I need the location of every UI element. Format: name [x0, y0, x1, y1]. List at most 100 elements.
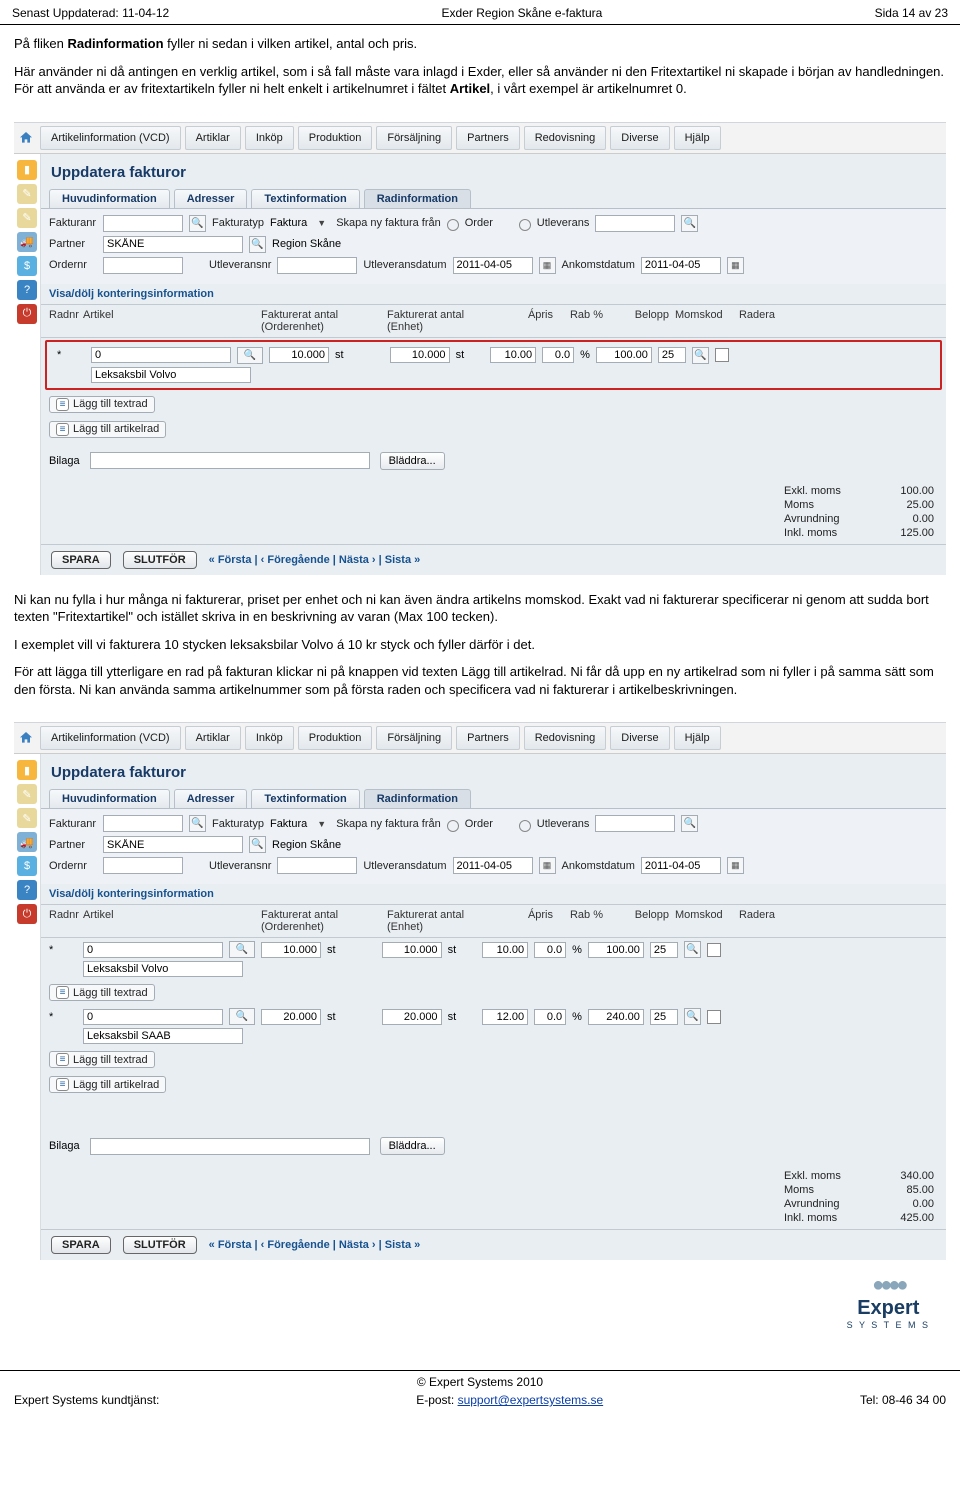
menu-forsaljning[interactable]: Försäljning — [376, 126, 452, 150]
doc2-icon-2[interactable]: ✎ — [17, 808, 37, 828]
home-icon[interactable] — [14, 127, 38, 149]
power-icon[interactable]: ⏻ — [17, 304, 37, 324]
menu2-forsaljning[interactable]: Försäljning — [376, 726, 452, 750]
calendar-icon-3[interactable]: ▦ — [539, 857, 556, 874]
home-icon-2[interactable] — [14, 727, 38, 749]
menu-artikelinfo[interactable]: Artikelinformation (VCD) — [40, 126, 181, 150]
paging-nav-2[interactable]: « Första | ‹ Föregående | Nästa › | Sist… — [209, 1239, 421, 1251]
calendar-icon-2[interactable]: ▦ — [727, 257, 744, 274]
menu2-hjalp[interactable]: Hjälp — [674, 726, 721, 750]
g2r2-moms[interactable] — [650, 1009, 678, 1025]
power-icon-2[interactable]: ⏻ — [17, 904, 37, 924]
search-icon-3[interactable]: 🔍 — [249, 236, 266, 253]
search-icon-2[interactable]: 🔍 — [681, 215, 698, 232]
inp2-utlevdatum[interactable] — [453, 857, 533, 874]
row1-artikel[interactable] — [91, 347, 231, 363]
search-icon-b3[interactable]: 🔍 — [249, 836, 266, 853]
g2r2-apris[interactable] — [482, 1009, 528, 1025]
toggle-kontering[interactable]: Visa/dölj konteringsinformation — [41, 284, 946, 304]
inp2-ordernr[interactable] — [103, 857, 183, 874]
finish-button[interactable]: SLUTFÖR — [123, 551, 197, 569]
save-button-2[interactable]: SPARA — [51, 1236, 111, 1254]
chevron-down-icon-2[interactable]: ▼ — [313, 819, 330, 829]
inp-fakturanr[interactable] — [103, 215, 183, 232]
g2r1-moms[interactable] — [650, 942, 678, 958]
inp2-partner[interactable] — [103, 836, 243, 853]
inp-utleveransnr[interactable] — [277, 257, 357, 274]
inp-ordernr[interactable] — [103, 257, 183, 274]
truck-icon-2[interactable]: 🚚 — [17, 832, 37, 852]
menu-produktion[interactable]: Produktion — [298, 126, 373, 150]
g2r2-antal1[interactable] — [261, 1009, 321, 1025]
g2r2-artikel[interactable] — [83, 1009, 223, 1025]
radio-order[interactable] — [447, 219, 459, 231]
toggle-kontering-2[interactable]: Visa/dölj konteringsinformation — [41, 884, 946, 904]
g2r2-antal2[interactable] — [382, 1009, 442, 1025]
doc-icon-2[interactable]: ✎ — [17, 784, 37, 804]
doc2-icon[interactable]: ✎ — [17, 208, 37, 228]
support-email-link[interactable]: support@expertsystems.se — [458, 1393, 604, 1407]
inp-utleveransdatum[interactable] — [453, 257, 533, 274]
dollar-icon[interactable]: $ — [17, 256, 37, 276]
row1-antal1[interactable] — [269, 347, 329, 363]
g2r2-desc[interactable] — [83, 1028, 243, 1044]
menu2-artiklar[interactable]: Artiklar — [185, 726, 241, 750]
g2r1-search-icon[interactable]: 🔍 — [229, 941, 255, 958]
row1-search-icon[interactable]: 🔍 — [237, 347, 263, 364]
chart-icon-2[interactable]: ▮ — [17, 760, 37, 780]
tab2-adresser[interactable]: Adresser — [174, 789, 248, 808]
inp-utleverans[interactable] — [595, 215, 675, 232]
row1-antal2[interactable] — [390, 347, 450, 363]
g2r1-apris[interactable] — [482, 942, 528, 958]
add-articlerow-btn-2[interactable]: ≡Lägg till artikelrad — [49, 1076, 166, 1093]
inp2-utlev[interactable] — [595, 815, 675, 832]
add-articlerow-btn[interactable]: ≡Lägg till artikelrad — [49, 421, 166, 438]
g2r2-rab[interactable] — [534, 1009, 566, 1025]
tab2-rad[interactable]: Radinformation — [364, 789, 471, 808]
g2r1-delete[interactable] — [707, 943, 721, 957]
browse-button-2[interactable]: Bläddra... — [380, 1137, 445, 1155]
tab2-text[interactable]: Textinformation — [251, 789, 359, 808]
menu2-produktion[interactable]: Produktion — [298, 726, 373, 750]
menu-hjalp[interactable]: Hjälp — [674, 126, 721, 150]
add-textrow-btn[interactable]: ≡Lägg till textrad — [49, 396, 155, 413]
radio-utleverans[interactable] — [519, 219, 531, 231]
g2r1-artikel[interactable] — [83, 942, 223, 958]
menu2-inkop[interactable]: Inköp — [245, 726, 294, 750]
g2r1-rab[interactable] — [534, 942, 566, 958]
tab-adresser[interactable]: Adresser — [174, 189, 248, 208]
tab-textinformation[interactable]: Textinformation — [251, 189, 359, 208]
g2r1-antal2[interactable] — [382, 942, 442, 958]
help-icon-2[interactable]: ? — [17, 880, 37, 900]
menu2-redovisning[interactable]: Redovisning — [524, 726, 607, 750]
tab-radinformation[interactable]: Radinformation — [364, 189, 471, 208]
calendar-icon[interactable]: ▦ — [539, 257, 556, 274]
inp-bilaga[interactable] — [90, 452, 370, 469]
inp-ankomstdatum[interactable] — [641, 257, 721, 274]
search-icon-b1[interactable]: 🔍 — [189, 815, 206, 832]
search-icon-b2[interactable]: 🔍 — [681, 815, 698, 832]
save-button[interactable]: SPARA — [51, 551, 111, 569]
inp2-fakturanr[interactable] — [103, 815, 183, 832]
g2r1-moms-search-icon[interactable]: 🔍 — [684, 941, 701, 958]
row1-desc[interactable] — [91, 367, 251, 383]
menu-artiklar[interactable]: Artiklar — [185, 126, 241, 150]
row1-moms-search-icon[interactable]: 🔍 — [692, 347, 709, 364]
menu-redovisning[interactable]: Redovisning — [524, 126, 607, 150]
chart-icon[interactable]: ▮ — [17, 160, 37, 180]
row1-moms[interactable] — [658, 347, 686, 363]
menu-inkop[interactable]: Inköp — [245, 126, 294, 150]
menu2-partners[interactable]: Partners — [456, 726, 520, 750]
g2r2-belopp[interactable] — [588, 1009, 644, 1025]
g2r1-belopp[interactable] — [588, 942, 644, 958]
chevron-down-icon[interactable]: ▼ — [313, 218, 330, 228]
help-icon[interactable]: ? — [17, 280, 37, 300]
row1-delete-checkbox[interactable] — [715, 348, 729, 362]
truck-icon[interactable]: 🚚 — [17, 232, 37, 252]
browse-button[interactable]: Bläddra... — [380, 452, 445, 470]
inp2-utlevnr[interactable] — [277, 857, 357, 874]
row1-apris[interactable] — [490, 347, 536, 363]
add-textrow-btn-2b[interactable]: ≡Lägg till textrad — [49, 1051, 155, 1068]
inp2-ankomst[interactable] — [641, 857, 721, 874]
g2r2-moms-search-icon[interactable]: 🔍 — [684, 1008, 701, 1025]
